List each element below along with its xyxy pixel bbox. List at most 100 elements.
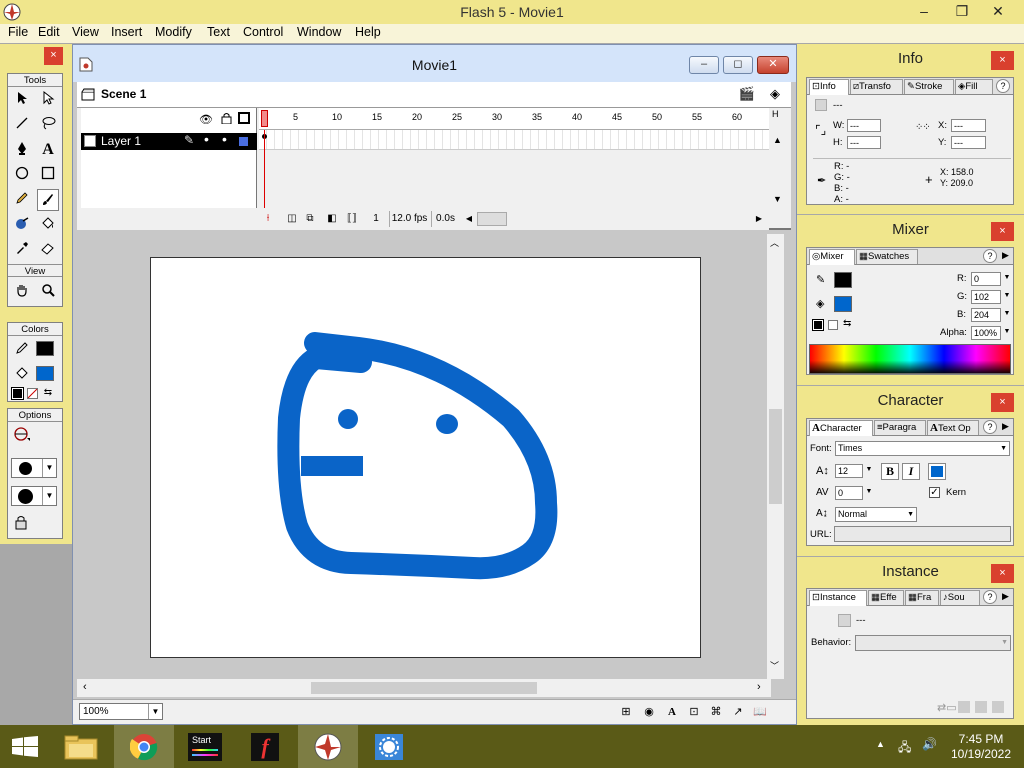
character-panel-icon[interactable]: A [665, 705, 679, 719]
edit-multiple-frames-icon[interactable]: ◧ [325, 211, 339, 227]
movie-close-button[interactable]: ✕ [757, 56, 789, 74]
menu-window[interactable]: Window [297, 25, 341, 39]
ink-bottle-tool-icon[interactable] [11, 214, 33, 236]
tab-transform[interactable]: ⧄Transfo [850, 79, 903, 94]
outline-icon[interactable] [238, 112, 250, 124]
swap-colors-icon[interactable]: ⇆ [42, 387, 54, 399]
stroke-color-swatch[interactable] [36, 341, 54, 356]
url-input[interactable] [834, 526, 1011, 542]
mixer-panel-icon[interactable]: ◉ [642, 705, 656, 719]
taskbar-settings[interactable] [362, 725, 418, 768]
w-field[interactable]: --- [847, 119, 881, 132]
brush-size-dropdown[interactable]: ▼ [11, 458, 57, 478]
tools-close-button[interactable]: × [44, 47, 63, 65]
pencil-tool-icon[interactable] [11, 189, 33, 211]
duplicate-symbol-icon[interactable] [958, 701, 970, 713]
mixer-no-color-icon[interactable] [828, 320, 838, 330]
behavior-dropdown[interactable]: ▼ [855, 635, 1011, 651]
menu-help[interactable]: Help [355, 25, 381, 39]
h-field[interactable]: --- [847, 136, 881, 149]
taskbar-flash5[interactable] [298, 725, 358, 768]
lasso-tool-icon[interactable] [37, 114, 59, 136]
center-frame-icon[interactable]: ⍿ [263, 211, 273, 227]
character-help-button[interactable]: ? [983, 420, 997, 434]
library-icon[interactable]: 📖 [753, 705, 767, 719]
brush-mode-icon[interactable] [11, 426, 33, 448]
info-help-button[interactable]: ? [996, 79, 1010, 93]
onion-markers-icon[interactable]: ⟦⟧ [345, 211, 359, 227]
frame-rate[interactable]: 12.0 fps [389, 211, 429, 227]
minimize-button[interactable]: – [906, 0, 942, 24]
timeline-hscroll-thumb[interactable] [477, 212, 507, 226]
font-dropdown[interactable]: Times ▼ [835, 441, 1010, 456]
taskbar-file-explorer[interactable] [54, 725, 110, 768]
tab-effect[interactable]: ▦Effe [868, 590, 904, 605]
menu-file[interactable]: File [8, 25, 28, 39]
tab-fill[interactable]: ◈Fill [955, 79, 993, 94]
vscroll-thumb[interactable] [769, 409, 782, 504]
brush-tool-icon[interactable] [37, 189, 59, 211]
x-field[interactable]: --- [951, 119, 986, 132]
tab-instance[interactable]: ⊡Instance [809, 590, 867, 606]
chevron-right-icon[interactable]: › [757, 681, 761, 693]
chevron-down-icon[interactable]: ﹀ [770, 659, 779, 672]
scroll-left-icon[interactable]: ◀ [463, 211, 475, 227]
mixer-help-button[interactable]: ? [983, 249, 997, 263]
g-dropdown-icon[interactable]: ▼ [1002, 292, 1012, 299]
text-color-button[interactable] [928, 463, 946, 480]
unlocked-dot-icon[interactable]: • [222, 131, 227, 147]
tab-info[interactable]: ⊡Info [809, 79, 849, 95]
r-dropdown-icon[interactable]: ▼ [1002, 274, 1012, 281]
baseline-dropdown[interactable]: Normal ▼ [835, 507, 917, 522]
r-input[interactable]: 0 [971, 272, 1001, 286]
onion-outlines-icon[interactable]: ⧉ [303, 211, 317, 227]
menu-text[interactable]: Text [207, 25, 230, 39]
scroll-up-icon[interactable]: ▲ [773, 135, 782, 145]
arrow-tool-icon[interactable] [11, 89, 33, 111]
mixer-stroke-swatch[interactable] [834, 272, 852, 288]
fill-color-swatch[interactable] [36, 366, 54, 381]
mixer-default-colors-icon[interactable] [812, 319, 824, 331]
show-hidden-icons[interactable]: ▲ [876, 739, 885, 749]
lock-fill-icon[interactable] [11, 514, 33, 536]
volume-icon[interactable]: 🔊 [922, 737, 937, 751]
mixer-swap-icon[interactable]: ⇆ [843, 318, 851, 329]
timeline-vscroll[interactable]: H ▲ ▼ [769, 108, 789, 208]
tab-swatches[interactable]: ▦Swatches [856, 249, 918, 264]
scroll-down-icon[interactable]: ▼ [773, 194, 782, 204]
layer-row[interactable]: Layer 1 ✎ • • [81, 131, 257, 150]
tracking-input[interactable]: 0 [835, 486, 863, 500]
paint-bucket-tool-icon[interactable] [37, 214, 59, 236]
alpha-dropdown-icon[interactable]: ▼ [1002, 328, 1012, 335]
edit-symbol-icon[interactable] [975, 701, 987, 713]
frame-grid[interactable] [259, 130, 769, 150]
oval-tool-icon[interactable] [11, 164, 33, 186]
stage-hscroll[interactable]: ‹ › [77, 679, 771, 697]
b-input[interactable]: 204 [971, 308, 1001, 322]
onion-skin-icon[interactable]: ◫ [285, 211, 299, 227]
brush-shape-dropdown[interactable]: ▼ [11, 486, 57, 506]
menu-insert[interactable]: Insert [111, 25, 142, 39]
swap-symbol-icon[interactable]: ⇄▭ [937, 701, 957, 714]
tab-frame[interactable]: ▦Fra [905, 590, 939, 605]
actions-panel-icon[interactable]: ↗ [731, 705, 745, 719]
dropper-tool-icon[interactable] [11, 239, 33, 261]
panel-menu-arrow-icon[interactable]: ▶ [1002, 591, 1009, 602]
hand-tool-icon[interactable] [11, 281, 33, 303]
movie-restore-button[interactable]: ◻ [723, 56, 753, 74]
chevron-up-icon[interactable]: ︿ [770, 236, 779, 249]
tab-paragraph[interactable]: ≡Paragra [874, 420, 926, 435]
edit-symbols-icon[interactable]: ◈ [765, 86, 785, 104]
menu-modify[interactable]: Modify [155, 25, 192, 39]
instance-panel-icon[interactable]: ⊡ [687, 705, 701, 719]
frame-ruler[interactable]: 5 10 15 20 25 30 35 40 45 50 55 60 [259, 108, 769, 130]
visible-dot-icon[interactable]: • [204, 131, 209, 147]
tab-text-options[interactable]: AText Op [927, 420, 979, 435]
italic-button[interactable]: I [902, 463, 920, 480]
stage-vscroll[interactable]: ︿ ﹀ [767, 234, 784, 679]
tab-character[interactable]: ACharacter [809, 420, 873, 436]
playhead[interactable] [261, 110, 268, 127]
y-field[interactable]: --- [951, 136, 986, 149]
alpha-input[interactable]: 100% [971, 326, 1001, 340]
color-spectrum[interactable] [809, 344, 1011, 374]
